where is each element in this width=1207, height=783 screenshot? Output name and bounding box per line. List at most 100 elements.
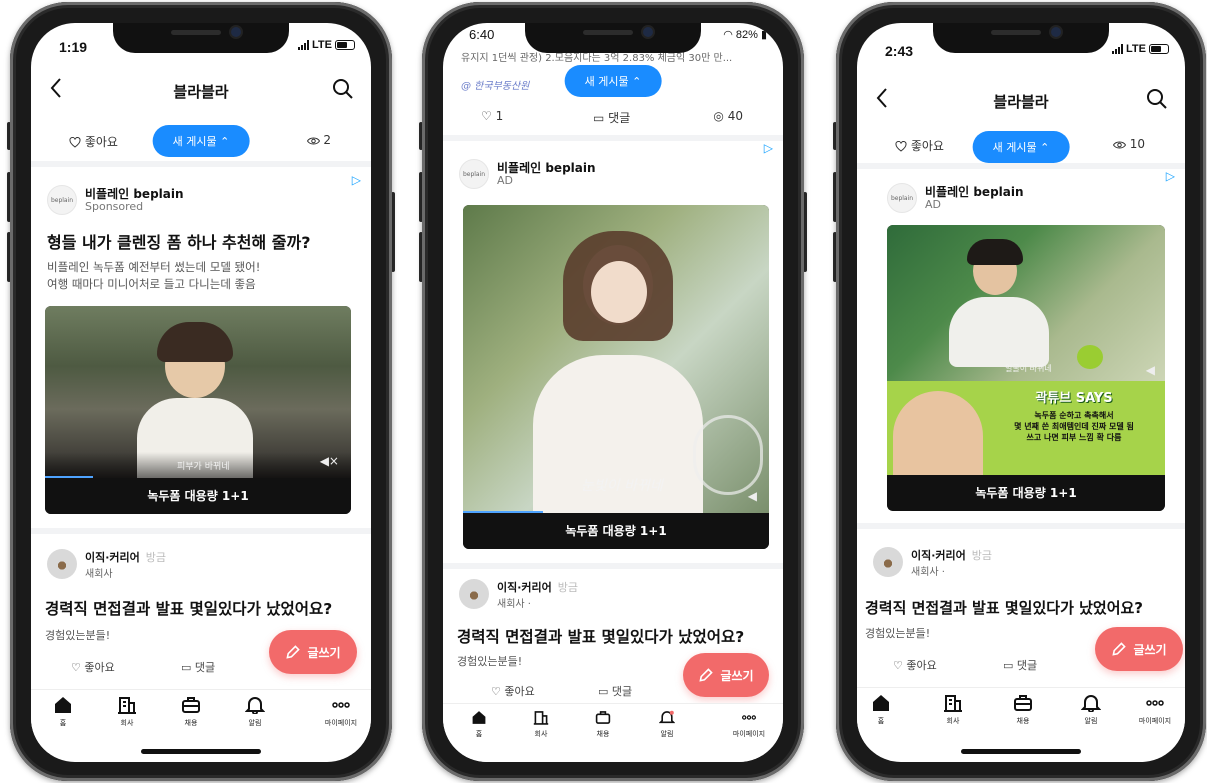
source-label[interactable]: @ 한국부동산원	[461, 77, 529, 92]
bell-icon	[659, 710, 675, 724]
home-indicator[interactable]	[961, 749, 1081, 754]
tab-home[interactable]: 홈	[33, 696, 93, 728]
building-icon	[533, 711, 549, 725]
ad-choices-icon[interactable]: ▷	[1166, 169, 1175, 183]
mute-icon[interactable]: ◀×	[320, 454, 339, 468]
heart-icon	[895, 141, 907, 152]
like-button[interactable]: ♡ 좋아요	[491, 683, 535, 699]
tab-jobs[interactable]: 채용	[993, 694, 1053, 726]
ad-label: Sponsored	[85, 200, 144, 213]
like-button[interactable]: 좋아요	[69, 133, 118, 150]
ad-video[interactable]: 얼굴이 바뀌네 ◀ 곽튜브 SAYS 녹두폼 순하고 촉촉해서 몇 년째 쓴 최…	[887, 225, 1165, 511]
notch	[525, 23, 701, 53]
tab-company[interactable]: 회사	[511, 710, 571, 739]
ad-label: AD	[925, 198, 941, 211]
tab-notifications[interactable]: 알림	[637, 710, 697, 739]
ad-banner: 곽튜브 SAYS 녹두폼 순하고 촉촉해서 몇 년째 쓴 최애템인데 진짜 모델…	[887, 381, 1165, 475]
write-button[interactable]: 글쓰기	[269, 630, 357, 674]
signal-icon	[298, 40, 310, 50]
tab-company[interactable]: 회사	[97, 696, 157, 728]
tab-jobs[interactable]: 채용	[161, 696, 221, 728]
tab-mypage[interactable]: 마이페이지	[311, 696, 371, 728]
network-label: LTE	[1126, 43, 1146, 55]
tab-home[interactable]: 홈	[857, 694, 911, 726]
comment-button[interactable]: ▭ 댓글	[598, 683, 632, 699]
post-actionbar: ♡ 1 ▭ 댓글 ◎ 40	[443, 101, 783, 131]
like-button[interactable]: 좋아요	[895, 137, 944, 154]
page-title: 블라블라	[173, 83, 229, 101]
post-actionbar: 좋아요 새 게시물 ⌃ 2	[31, 121, 371, 161]
pencil-icon	[699, 668, 714, 682]
divider	[31, 528, 371, 534]
ad-cta-button[interactable]: 녹두폼 대용량 1+1	[45, 478, 351, 514]
phone-3: 2:43 LTE 블라블라 좋아요 새 게시물 ⌃ 10 ▷ beplain 비…	[833, 2, 1206, 781]
home-icon	[873, 695, 889, 711]
wifi-icon: ◠	[723, 29, 733, 41]
like-button[interactable]: ♡ 1	[481, 109, 503, 123]
comment-button[interactable]: ▭ 댓글	[593, 109, 630, 126]
post-title[interactable]: 경력직 면접결과 발표 몇일있다가 났었어요?	[457, 625, 773, 647]
divider	[857, 163, 1185, 169]
search-icon[interactable]	[1145, 87, 1169, 111]
briefcase-icon	[182, 697, 200, 713]
tab-bar: 홈 회사 채용 알림 마이페이지	[443, 703, 783, 762]
home-indicator[interactable]	[141, 749, 261, 754]
new-post-button[interactable]: 새 게시물 ⌃	[564, 65, 662, 97]
company-name: 새회사 ·	[497, 599, 531, 610]
write-button[interactable]: 글쓰기	[683, 653, 769, 697]
ad-choices-icon[interactable]: ▷	[352, 173, 361, 187]
post-body: 경험있는분들!	[865, 627, 931, 640]
video-caption: 눈빛이 바뀌네	[581, 478, 663, 494]
battery-icon: ▮	[760, 29, 767, 41]
mute-icon[interactable]: ◀	[1146, 363, 1155, 377]
divider	[857, 523, 1185, 529]
ad-choices-icon[interactable]: ▷	[764, 141, 773, 155]
divider	[443, 563, 783, 569]
write-button[interactable]: 글쓰기	[1095, 627, 1183, 671]
building-icon	[944, 695, 962, 712]
avatar	[47, 549, 77, 579]
new-post-button[interactable]: 새 게시물 ⌃	[972, 131, 1070, 163]
search-icon[interactable]	[331, 77, 355, 101]
tab-notifications[interactable]: 알림	[225, 696, 285, 728]
avatar	[459, 579, 489, 609]
tab-mypage[interactable]: 마이페이지	[719, 710, 779, 739]
more-icon	[742, 715, 756, 720]
ad-video-frame	[887, 225, 1165, 381]
post-time: 방금	[145, 551, 167, 564]
comment-button[interactable]: ▭ 댓글	[1003, 657, 1037, 673]
view-count: 10	[1112, 137, 1145, 151]
ad-video[interactable]: 피부가 바뀌네 ◀× 녹두폼 대용량 1+1	[45, 306, 351, 514]
banner-line: 몇 년째 쓴 최애템인데 진짜 모델 됨	[1014, 422, 1134, 431]
comment-button[interactable]: ▭ 댓글	[181, 659, 215, 675]
briefcase-icon	[595, 711, 611, 724]
divider	[31, 161, 371, 167]
banner-line: 녹두폼 순하고 촉촉해서	[1034, 411, 1114, 420]
pencil-icon	[286, 645, 301, 659]
tab-company[interactable]: 회사	[923, 694, 983, 726]
post-actionbar: 좋아요 새 게시물 ⌃ 10	[857, 125, 1185, 165]
ad-cta-button[interactable]: 녹두폼 대용량 1+1	[463, 513, 769, 549]
post-title[interactable]: 경력직 면접결과 발표 몇일있다가 났었어요?	[865, 597, 1175, 618]
tab-jobs[interactable]: 채용	[573, 710, 633, 739]
tab-bar: 홈 회사 채용 알림 마이페이지	[31, 689, 371, 753]
ad-cta-button[interactable]: 녹두폼 대용량 1+1	[887, 475, 1165, 511]
ad-headline[interactable]: 형들 내가 클렌징 폼 하나 추천해 줄까?	[47, 229, 357, 253]
notch	[933, 23, 1109, 53]
tab-mypage[interactable]: 마이페이지	[1125, 694, 1185, 726]
battery-label: 82%	[735, 28, 758, 41]
view-count: 2	[306, 133, 331, 147]
advertiser-logo: beplain	[459, 159, 489, 189]
status-time: 1:19	[59, 39, 88, 55]
tab-notifications[interactable]: 알림	[1061, 694, 1121, 726]
mute-icon[interactable]: ◀	[748, 489, 757, 503]
like-button[interactable]: ♡ 좋아요	[893, 657, 937, 673]
building-icon	[118, 697, 136, 714]
video-caption: 얼굴이 바뀌네	[1005, 364, 1052, 373]
ad-video[interactable]: 눈빛이 바뀌네 ◀ 녹두폼 대용량 1+1	[463, 205, 769, 549]
new-post-button[interactable]: 새 게시물 ⌃	[152, 125, 250, 157]
tab-home[interactable]: 홈	[449, 710, 509, 739]
screen: 2:43 LTE 블라블라 좋아요 새 게시물 ⌃ 10 ▷ beplain 비…	[857, 23, 1185, 762]
post-title[interactable]: 경력직 면접결과 발표 몇일있다가 났었어요?	[45, 597, 361, 619]
like-button[interactable]: ♡ 좋아요	[71, 659, 115, 675]
